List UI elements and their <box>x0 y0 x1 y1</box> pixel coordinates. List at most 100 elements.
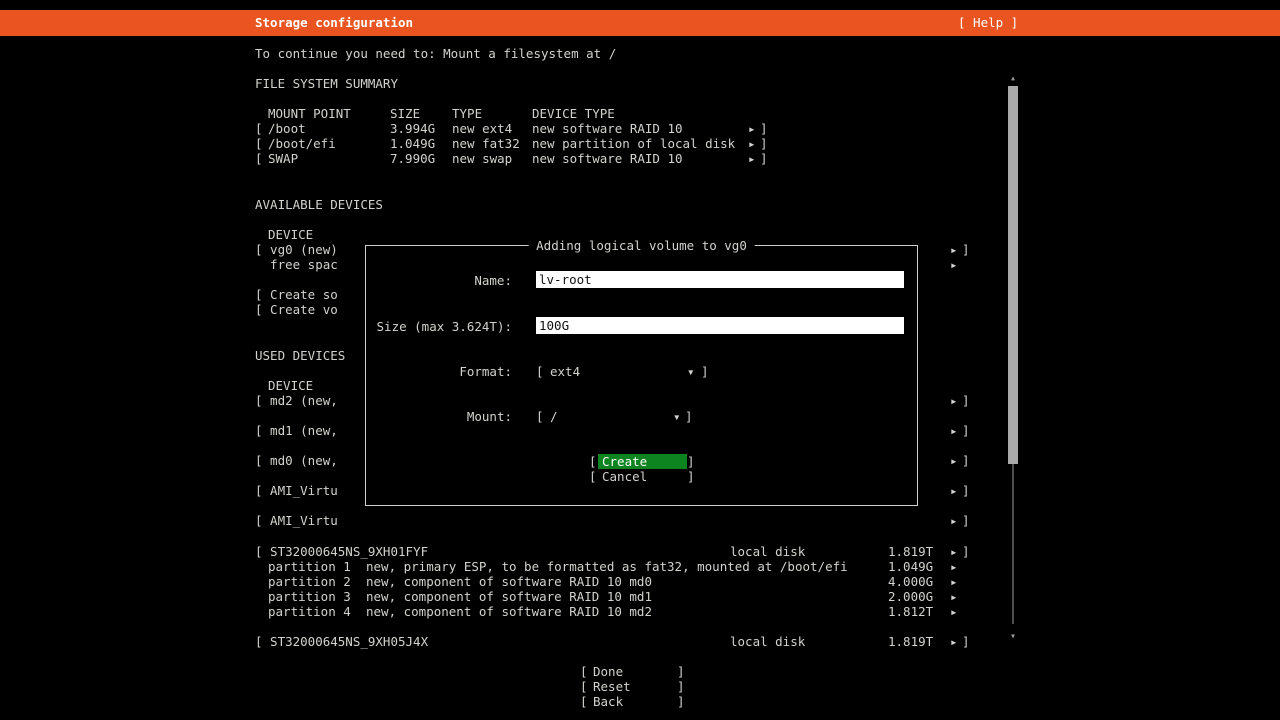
bracket: ] <box>962 483 970 498</box>
device-label: [ md2 (new, <box>255 393 338 408</box>
partition-row[interactable]: partition 1 new, primary ESP, to be form… <box>255 559 1025 574</box>
bracket: ] <box>962 242 970 257</box>
bracket: ] <box>962 423 970 438</box>
device-label: [ md0 (new, <box>255 453 338 468</box>
col-device-type: DEVICE TYPE <box>532 106 615 121</box>
disk-name: [ ST32000645NS_9XH01FYF <box>255 544 428 559</box>
available-devices-heading: AVAILABLE DEVICES <box>255 197 383 212</box>
device-type: new software RAID 10 <box>532 151 683 166</box>
create-volume-group-row[interactable]: [ Create vo <box>255 302 338 317</box>
bracket: [ <box>580 664 588 679</box>
create-software-raid-row[interactable]: [ Create so <box>255 287 338 302</box>
partition-row[interactable]: partition 2 new, component of software R… <box>255 574 1025 589</box>
expand-arrow-icon: ▸ <box>950 513 958 528</box>
scrollbar-thumb[interactable] <box>1008 86 1018 464</box>
bracket: ] <box>962 393 970 408</box>
device-row-ami-virtual-2[interactable]: [ AMI_Virtu ▸ ] <box>255 513 1025 528</box>
mount-select[interactable]: [ / ▾ ] <box>536 409 692 424</box>
bracket: ] <box>701 364 709 379</box>
name-label: Name: <box>366 273 512 288</box>
type: new ext4 <box>452 121 512 136</box>
cancel-button[interactable]: [ Cancel ] <box>589 469 693 484</box>
partition-label: partition 2 <box>268 574 351 589</box>
bracket: ] <box>677 664 685 679</box>
bracket: ] <box>760 121 768 136</box>
device-type: new partition of local disk <box>532 136 735 151</box>
reset-label: Reset <box>593 679 631 694</box>
partition-row[interactable]: partition 4 new, component of software R… <box>255 604 1025 619</box>
chevron-down-icon: ▾ <box>687 364 695 379</box>
size-label: Size (max 3.624T): <box>366 319 512 334</box>
help-button[interactable]: [ Help ] <box>958 10 1018 36</box>
dialog-title: Adding logical volume to vg0 <box>528 238 755 253</box>
scrollbar: ▴ ▾ <box>1007 74 1019 650</box>
name-input[interactable] <box>536 271 904 288</box>
disk-kind: local disk <box>730 634 805 649</box>
expand-arrow-icon: ▸ <box>950 559 958 574</box>
type: new fat32 <box>452 136 520 151</box>
bracket: ] <box>760 151 768 166</box>
expand-arrow-icon: ▸ <box>950 634 958 649</box>
used-devices-heading: USED DEVICES <box>255 348 345 363</box>
scroll-down-icon[interactable]: ▾ <box>1007 632 1019 642</box>
device-label: [ vg0 (new) <box>255 242 338 257</box>
bracket: ] <box>962 513 970 528</box>
bracket: ] <box>962 453 970 468</box>
col-type: TYPE <box>452 106 482 121</box>
partition-size: 1.049G <box>888 559 933 574</box>
expand-arrow-icon: ▸ <box>950 544 958 559</box>
back-label: Back <box>593 694 623 709</box>
expand-arrow-icon: ▸ <box>950 574 958 589</box>
bracket: [ <box>580 694 588 709</box>
disk-name: [ ST32000645NS_9XH05J4X <box>255 634 428 649</box>
partition-row[interactable]: partition 3 new, component of software R… <box>255 589 1025 604</box>
bracket: [ <box>580 679 588 694</box>
chevron-down-icon: ▾ <box>673 409 681 424</box>
partition-desc: new, primary ESP, to be formatted as fat… <box>366 559 848 574</box>
create-label: Create <box>598 454 687 469</box>
bracket: ] <box>962 634 970 649</box>
disk-row-st32000645ns-9xh05j4x[interactable]: [ ST32000645NS_9XH05J4X local disk 1.819… <box>255 634 1025 649</box>
bracket: [ <box>536 409 544 424</box>
bracket: [ <box>589 469 597 484</box>
size: 3.994G <box>390 121 435 136</box>
fs-row-swap[interactable]: [ SWAP 7.990G new swap new software RAID… <box>255 151 1025 166</box>
size-input[interactable] <box>536 317 904 334</box>
bracket: ] <box>962 544 970 559</box>
reset-button[interactable]: [ Reset ] <box>580 679 686 694</box>
expand-arrow-icon: ▸ <box>950 453 958 468</box>
back-button[interactable]: [ Back ] <box>580 694 686 709</box>
format-value: ext4 <box>550 364 580 379</box>
fs-summary-heading: FILE SYSTEM SUMMARY <box>255 76 398 91</box>
partition-size: 4.000G <box>888 574 933 589</box>
type: new swap <box>452 151 512 166</box>
storage-configuration-screen: Storage configuration [ Help ] To contin… <box>0 0 1280 720</box>
scrollbar-track[interactable] <box>1012 464 1014 624</box>
bracket: ] <box>677 694 685 709</box>
mount-point: /boot/efi <box>268 136 336 151</box>
device-label: [ AMI_Virtu <box>255 513 338 528</box>
expand-arrow-icon: ▸ <box>950 423 958 438</box>
done-button[interactable]: [ Done ] <box>580 664 686 679</box>
mount-point: SWAP <box>268 151 298 166</box>
expand-arrow-icon: ▸ <box>950 604 958 619</box>
scroll-up-icon[interactable]: ▴ <box>1007 74 1019 84</box>
used-device-column: DEVICE <box>268 378 313 393</box>
partition-size: 2.000G <box>888 589 933 604</box>
bracket: [ <box>255 121 263 136</box>
mount-point: /boot <box>268 121 306 136</box>
partition-label: partition 3 <box>268 589 351 604</box>
partition-desc: new, component of software RAID 10 md0 <box>366 574 652 589</box>
page-title: Storage configuration <box>255 10 413 36</box>
format-select[interactable]: [ ext4 ▾ ] <box>536 364 708 379</box>
partition-desc: new, component of software RAID 10 md2 <box>366 604 652 619</box>
mount-value: / <box>550 409 558 424</box>
fs-row-boot[interactable]: [ /boot 3.994G new ext4 new software RAI… <box>255 121 1025 136</box>
disk-kind: local disk <box>730 544 805 559</box>
fs-row-boot-efi[interactable]: [ /boot/efi 1.049G new fat32 new partiti… <box>255 136 1025 151</box>
device-label: [ AMI_Virtu <box>255 483 338 498</box>
bracket: ] <box>687 469 695 484</box>
create-button[interactable]: [ Create ] <box>589 454 693 469</box>
disk-row-st32000645ns-9xh01fyf[interactable]: [ ST32000645NS_9XH01FYF local disk 1.819… <box>255 544 1025 559</box>
bracket: ] <box>677 679 685 694</box>
